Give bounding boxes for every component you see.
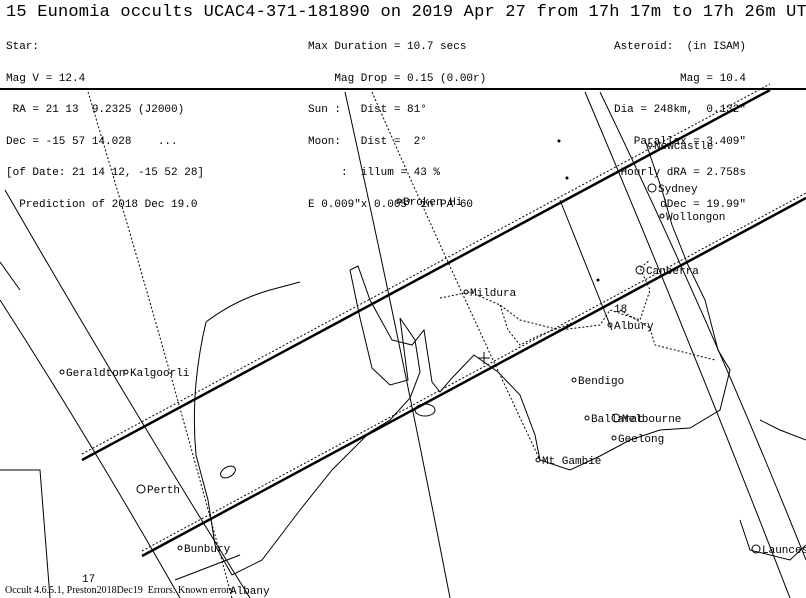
- city-marker: [59, 369, 65, 375]
- error-ellipse-mark: [220, 465, 236, 479]
- footer-credit: Occult 4.6.5.1, Preston2018Dec19 Errors:…: [5, 585, 234, 596]
- city-marker: [571, 377, 577, 383]
- city-label: Bendigo: [578, 376, 624, 388]
- limit-line: [0, 299, 181, 598]
- limit-line: [0, 469, 51, 598]
- time-tick: [174, 554, 241, 581]
- dot-marker: [596, 278, 600, 282]
- limit-line: [371, 91, 541, 461]
- city-marker: [647, 142, 653, 148]
- city-label: Launces: [762, 545, 806, 557]
- city-label: Albany: [230, 586, 270, 598]
- limit-line: [344, 91, 451, 598]
- city-label: Mt Gambie: [542, 456, 601, 468]
- center-cross-icon: [478, 352, 490, 364]
- occultation-map: 15 Eunomia occults UCAC4-371-181890 on 2…: [0, 0, 806, 598]
- map-canvas: Newcastle Sydney Wollongon Broken Hi Canberr…: [0, 83, 806, 598]
- city-label: Bunbury: [184, 544, 231, 556]
- city-label: Sydney: [658, 184, 698, 196]
- city-label: Perth: [147, 485, 180, 497]
- city-label: Wollongon: [666, 212, 725, 224]
- coastline: [205, 281, 301, 323]
- dot-marker: [565, 176, 569, 180]
- city-label: Geelong: [618, 434, 664, 446]
- limit-line: [584, 91, 791, 598]
- city-marker: [584, 415, 590, 421]
- city-marker: [136, 484, 146, 494]
- city-label: Mildura: [470, 288, 517, 300]
- limit-line: [559, 199, 613, 331]
- city-label: Canberra: [646, 266, 699, 278]
- coastline: [759, 419, 806, 441]
- city-label: Geraldton: [66, 368, 125, 380]
- city-layer: Newcastle Sydney Wollongon Broken Hi Canberr…: [59, 141, 806, 598]
- shadow-south-limit: [141, 196, 806, 558]
- limit-line: [87, 91, 233, 598]
- city-label: Kalgoorli: [130, 368, 190, 380]
- dot-marker: [557, 139, 561, 143]
- city-marker: [635, 265, 645, 275]
- city-marker: [396, 198, 402, 204]
- city-marker: [659, 213, 665, 219]
- shadow-south-error: [141, 192, 806, 552]
- city-label: Melbourne: [622, 414, 681, 426]
- limit-line: [0, 261, 21, 291]
- state-border: [619, 309, 716, 361]
- city-marker: [463, 289, 469, 295]
- city-label: Broken Hi: [403, 197, 463, 209]
- time-label-18: 18: [614, 304, 627, 316]
- city-marker: [535, 457, 541, 463]
- city-label: Newcastle: [654, 141, 713, 153]
- city-marker: [647, 183, 657, 193]
- city-marker: [611, 435, 617, 441]
- city-marker: [177, 545, 183, 551]
- city-label: Albury: [614, 321, 654, 333]
